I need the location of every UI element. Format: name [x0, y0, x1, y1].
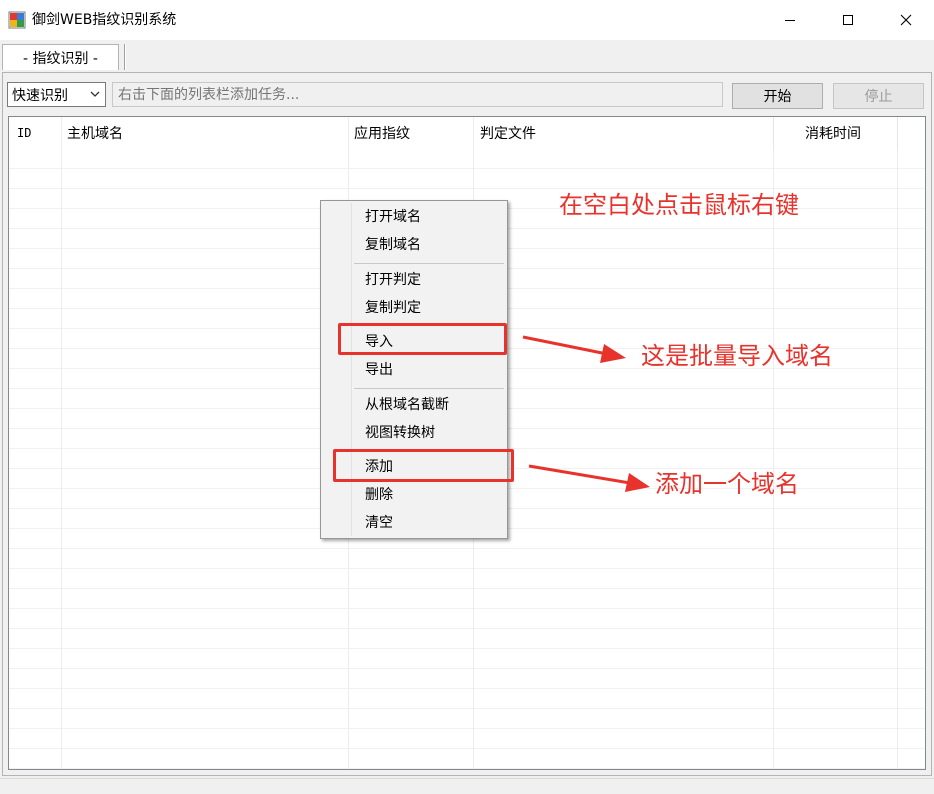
tab-separator	[124, 44, 126, 70]
mode-select-value: 快速识别	[12, 87, 68, 104]
column-divider	[61, 117, 62, 769]
app-icon	[8, 11, 26, 29]
minimize-button[interactable]	[761, 0, 819, 40]
column-header-elapsed-time[interactable]: 消耗时间	[805, 117, 861, 149]
task-input[interactable]	[112, 82, 723, 107]
menu-separator	[354, 388, 504, 389]
tab-strip	[0, 40, 934, 72]
header-divider	[897, 117, 898, 149]
annotation-add-note: 添加一个域名	[655, 470, 799, 498]
highlight-box-import	[338, 323, 507, 355]
minimize-icon	[785, 20, 795, 21]
annotation-right-click-hint: 在空白处点击鼠标右键	[559, 191, 799, 219]
close-button[interactable]	[877, 0, 934, 40]
column-header-fingerprint[interactable]: 应用指纹	[354, 117, 410, 149]
mode-select[interactable]: 快速识别	[7, 82, 106, 107]
menu-separator	[354, 263, 504, 264]
menu-item-open-evidence[interactable]: 打开判定	[321, 267, 507, 293]
status-bar	[0, 778, 934, 794]
column-divider	[897, 117, 898, 769]
stop-button[interactable]: 停止	[833, 83, 924, 109]
header-divider	[773, 117, 774, 149]
menu-item-copy-evidence[interactable]: 复制判定	[321, 295, 507, 321]
menu-item-delete[interactable]: 删除	[321, 482, 507, 508]
menu-item-export[interactable]: 导出	[321, 357, 507, 383]
maximize-button[interactable]	[819, 0, 877, 40]
menu-item-truncate-root-domain[interactable]: 从根域名截断	[321, 392, 507, 418]
column-header-host[interactable]: 主机域名	[67, 117, 123, 149]
start-button[interactable]: 开始	[732, 83, 823, 109]
menu-item-clear[interactable]: 清空	[321, 510, 507, 536]
highlight-box-add	[333, 449, 514, 482]
window-title: 御剑WEB指纹识别系统	[32, 12, 177, 28]
context-menu: 打开域名 复制域名 打开判定 复制判定 导入 导出 从根域名截断 视图转换树 添…	[320, 200, 508, 539]
menu-item-open-domain[interactable]: 打开域名	[321, 204, 507, 230]
chevron-down-icon	[90, 91, 100, 97]
tab-fingerprint-recognition[interactable]: - 指纹识别 -	[2, 44, 119, 70]
close-icon	[900, 14, 912, 26]
column-header-evidence-file[interactable]: 判定文件	[480, 117, 536, 149]
maximize-icon	[843, 15, 853, 25]
annotation-import-note: 这是批量导入域名	[641, 342, 833, 370]
column-header-id[interactable]: ID	[17, 117, 31, 149]
menu-item-convert-view-tree[interactable]: 视图转换树	[321, 420, 507, 446]
menu-item-copy-domain[interactable]: 复制域名	[321, 232, 507, 258]
